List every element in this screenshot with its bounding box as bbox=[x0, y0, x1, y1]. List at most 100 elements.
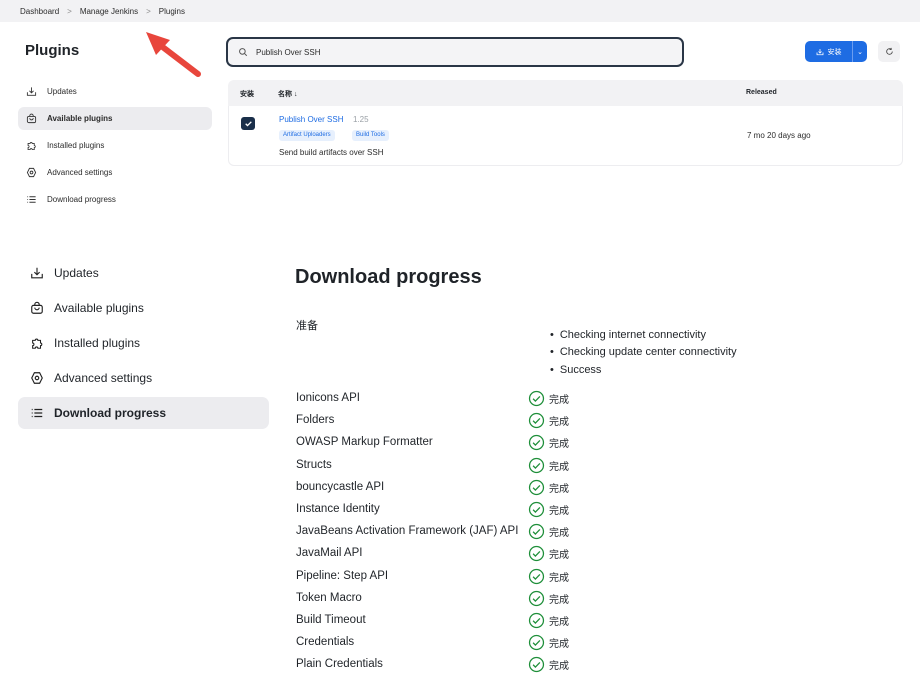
sidebar-item-installed-plugins[interactable]: Installed plugins bbox=[18, 134, 212, 157]
sidebar-item-available-plugins[interactable]: Available plugins bbox=[18, 107, 212, 130]
success-check-icon bbox=[528, 590, 545, 606]
sidebar-item-updates[interactable]: Updates bbox=[18, 80, 212, 103]
install-checkbox[interactable] bbox=[241, 117, 255, 130]
table-row: Publish Over SSH 1.25 Artifact Uploaders… bbox=[228, 106, 903, 166]
sidebar-item-label: Updates bbox=[54, 266, 99, 280]
gear-icon bbox=[31, 372, 43, 384]
list-item: bouncycastle API 完成 bbox=[296, 477, 616, 499]
tag-artifact-uploaders[interactable]: Artifact Uploaders bbox=[279, 130, 335, 141]
sidebar-item-label: Installed plugins bbox=[54, 336, 141, 350]
plugin-name: Plain Credentials bbox=[296, 658, 383, 671]
page-title: Plugins bbox=[25, 42, 80, 59]
plugin-name: Folders bbox=[296, 414, 335, 427]
plugin-name: OWASP Markup Formatter bbox=[296, 436, 433, 449]
shopping-bag-icon bbox=[26, 113, 37, 124]
plugin-name: Build Timeout bbox=[296, 613, 366, 626]
plugin-name: Credentials bbox=[296, 636, 355, 649]
sidebar-item-download-progress[interactable]: Download progress bbox=[18, 188, 212, 211]
chevron-down-icon[interactable]: ⌄ bbox=[853, 41, 867, 62]
list-icon bbox=[31, 408, 43, 418]
search-input[interactable] bbox=[256, 47, 656, 57]
plugin-name: Token Macro bbox=[296, 591, 362, 604]
list-item: Pipeline: Step API 完成 bbox=[296, 566, 616, 588]
sidebar-item-label: Advanced settings bbox=[47, 168, 113, 177]
install-main-button[interactable]: 安装 bbox=[805, 41, 853, 62]
success-check-icon bbox=[528, 524, 545, 540]
annotation-arrow-icon bbox=[146, 32, 201, 77]
refresh-button[interactable] bbox=[878, 41, 900, 62]
plugin-status: 完成 bbox=[528, 612, 569, 629]
install-button-label: 安装 bbox=[827, 48, 842, 56]
sidebar-item-advanced-settings[interactable]: Advanced settings bbox=[18, 161, 212, 184]
plugin-status-label: 完成 bbox=[549, 550, 569, 562]
list-icon bbox=[27, 196, 36, 203]
plugin-search-field[interactable] bbox=[226, 37, 684, 67]
plugin-name-link[interactable]: Publish Over SSH bbox=[279, 115, 343, 124]
download-icon bbox=[26, 87, 37, 96]
list-item: OWASP Markup Formatter 完成 bbox=[296, 432, 616, 454]
plugins-page-screenshot: Dashboard > Manage Jenkins > Plugins Plu… bbox=[0, 0, 920, 222]
success-check-icon bbox=[528, 457, 545, 473]
breadcrumb-separator-icon: > bbox=[146, 6, 151, 16]
tag-build-tools[interactable]: Build Tools bbox=[352, 130, 389, 141]
breadcrumb: Dashboard > Manage Jenkins > Plugins bbox=[0, 0, 920, 22]
sidebar-item-label: Available plugins bbox=[47, 114, 113, 123]
plugin-status-label: 完成 bbox=[549, 661, 569, 673]
plugin-status: 完成 bbox=[528, 412, 569, 429]
plugin-status-label: 完成 bbox=[549, 528, 569, 540]
list-item: Checking update center connectivity bbox=[550, 344, 737, 362]
sidebar-item-download-progress[interactable]: Download progress bbox=[18, 397, 269, 429]
plugin-progress-list: Ionicons API 完成 Folders 完成 OWASP Markup Form… bbox=[296, 388, 616, 676]
list-item: Instance Identity 完成 bbox=[296, 499, 616, 521]
sidebar-item-advanced-settings[interactable]: Advanced settings bbox=[18, 362, 269, 394]
sidebar: Updates Available plugins Installed plug… bbox=[18, 80, 212, 215]
plugin-name: Instance Identity bbox=[296, 502, 380, 515]
plugin-status: 完成 bbox=[528, 457, 569, 474]
success-check-icon bbox=[528, 413, 545, 429]
success-check-icon bbox=[528, 546, 545, 562]
column-released[interactable]: Released bbox=[746, 89, 777, 96]
plugin-status: 完成 bbox=[528, 390, 569, 407]
plugin-name: bouncycastle API bbox=[296, 480, 385, 493]
plugin-status: 完成 bbox=[528, 545, 569, 562]
plugin-status: 完成 bbox=[528, 634, 569, 651]
success-check-icon bbox=[528, 634, 545, 651]
plugin-status: 完成 bbox=[528, 434, 569, 451]
plugin-status-label: 完成 bbox=[549, 594, 569, 606]
install-icon bbox=[816, 48, 823, 55]
list-item: JavaMail API 完成 bbox=[296, 543, 616, 565]
breadcrumb-manage-jenkins[interactable]: Manage Jenkins bbox=[80, 7, 138, 16]
success-check-icon bbox=[528, 568, 545, 584]
sidebar-item-available-plugins[interactable]: Available plugins bbox=[18, 292, 269, 324]
plugin-name: JavaBeans Activation Framework (JAF) API bbox=[296, 525, 519, 538]
sidebar-item-updates[interactable]: Updates bbox=[18, 257, 269, 289]
page-title: Download progress bbox=[295, 266, 482, 288]
list-item: Credentials 完成 bbox=[296, 632, 616, 654]
success-check-icon bbox=[528, 501, 545, 518]
plugin-status-label: 完成 bbox=[549, 505, 569, 517]
sidebar-item-label: Advanced settings bbox=[54, 371, 153, 385]
plugin-status-label: 完成 bbox=[549, 572, 569, 584]
sidebar: Updates Available plugins Installed plug… bbox=[18, 257, 269, 432]
plugin-status: 完成 bbox=[528, 501, 569, 518]
breadcrumb-dashboard[interactable]: Dashboard bbox=[20, 7, 59, 16]
column-name[interactable]: 名称 ↓ bbox=[278, 89, 297, 99]
plugin-status: 完成 bbox=[528, 590, 569, 607]
plugin-status: 完成 bbox=[528, 568, 569, 585]
breadcrumb-separator-icon: > bbox=[67, 6, 72, 16]
list-item: Ionicons API 完成 bbox=[296, 388, 616, 410]
sidebar-item-installed-plugins[interactable]: Installed plugins bbox=[18, 327, 269, 359]
plugin-version: 1.25 bbox=[353, 115, 369, 124]
plugin-name: Structs bbox=[296, 458, 332, 471]
install-button[interactable]: 安装 ⌄ bbox=[805, 41, 867, 62]
plugin-status: 完成 bbox=[528, 656, 569, 673]
breadcrumb-plugins[interactable]: Plugins bbox=[159, 7, 185, 16]
sidebar-item-label: Available plugins bbox=[54, 301, 144, 315]
plugin-status: 完成 bbox=[528, 479, 569, 496]
puzzle-icon bbox=[32, 338, 43, 349]
gear-icon bbox=[26, 167, 37, 178]
list-item: Plain Credentials 完成 bbox=[296, 654, 616, 676]
plugin-status-label: 完成 bbox=[549, 417, 569, 429]
success-check-icon bbox=[528, 657, 545, 673]
list-item: Structs 完成 bbox=[296, 455, 616, 477]
